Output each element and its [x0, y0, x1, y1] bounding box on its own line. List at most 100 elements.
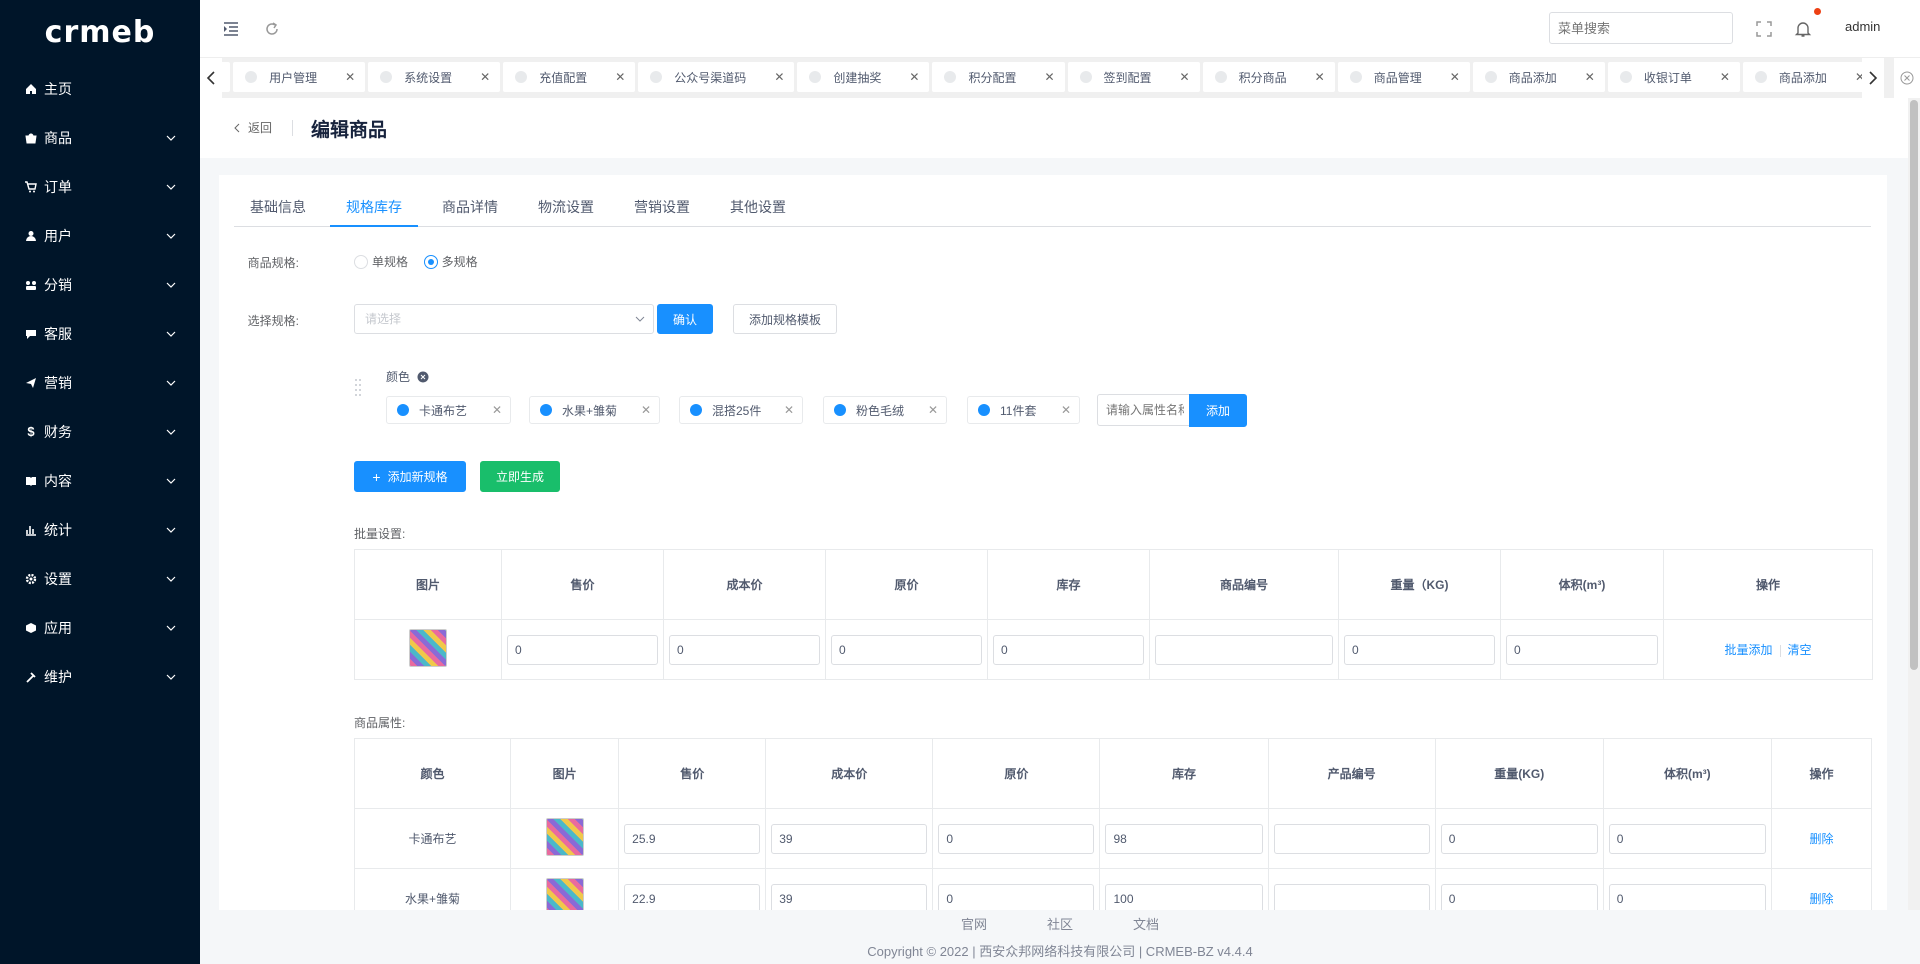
sidebar-item-11[interactable]: 应用 — [0, 603, 200, 652]
attr-add-button[interactable]: 添加 — [1189, 394, 1247, 427]
weight-input[interactable]: 0 — [1440, 823, 1598, 854]
tag-tab[interactable]: 积分配置 ✕ — [932, 62, 1065, 92]
volume-input[interactable]: 0 — [1608, 883, 1766, 910]
sidebar-item-2[interactable]: 订单 — [0, 162, 200, 211]
tab-4[interactable]: 营销设置 — [618, 187, 706, 227]
close-icon[interactable]: ✕ — [641, 403, 651, 417]
close-icon[interactable]: ✕ — [774, 70, 784, 84]
original-price-input[interactable]: 0 — [938, 823, 1095, 854]
close-icon[interactable]: ✕ — [492, 403, 502, 417]
tag-tab[interactable]: 商品添加 ✕ — [1472, 62, 1605, 92]
attr-value-tag[interactable]: 水果+雏菊 ✕ — [529, 396, 660, 424]
batch-original-price-input[interactable]: 0 — [831, 634, 982, 665]
delete-link[interactable]: 删除 — [1809, 832, 1833, 846]
product-thumbnail[interactable] — [545, 818, 584, 856]
close-icon[interactable]: ✕ — [909, 70, 919, 84]
sidebar-item-1[interactable]: 商品 — [0, 113, 200, 162]
close-icon[interactable]: ✕ — [1180, 70, 1190, 84]
close-icon[interactable]: ✕ — [1855, 70, 1862, 84]
close-icon[interactable]: ✕ — [345, 70, 355, 84]
sidebar-item-0[interactable]: 主页 — [0, 64, 200, 113]
sidebar-item-12[interactable]: 维护 — [0, 652, 200, 701]
user-name[interactable]: admin — [1845, 19, 1880, 34]
tag-tab[interactable]: 用户管理 ✕ — [233, 62, 366, 92]
close-icon[interactable]: ✕ — [1720, 70, 1730, 84]
tag-tab[interactable]: 创建抽奖 ✕ — [797, 62, 930, 92]
cost-input[interactable]: 39 — [771, 883, 928, 910]
fullscreen-icon[interactable] — [1755, 20, 1773, 38]
batch-code-input[interactable] — [1155, 634, 1333, 665]
close-all-tags-icon[interactable] — [1894, 58, 1920, 98]
menu-search-input[interactable] — [1549, 12, 1733, 44]
tag-tab[interactable]: 收银订单 ✕ — [1607, 62, 1740, 92]
confirm-button[interactable]: 确认 — [657, 304, 713, 334]
sidebar-item-10[interactable]: 设置 — [0, 554, 200, 603]
attr-value-tag[interactable]: 卡通布艺 ✕ — [386, 396, 511, 424]
close-icon[interactable]: ✕ — [1585, 70, 1595, 84]
batch-stock-input[interactable]: 0 — [993, 634, 1144, 665]
batch-clear-link[interactable]: 清空 — [1788, 643, 1812, 657]
product-code-input[interactable] — [1273, 823, 1430, 854]
sidebar-item-4[interactable]: 分销 — [0, 260, 200, 309]
spec-single-radio[interactable]: 单规格 — [354, 253, 408, 270]
footer-link[interactable]: 社区 — [1047, 917, 1073, 932]
tag-tab[interactable]: 积分商品 ✕ — [1202, 62, 1335, 92]
sidebar-item-3[interactable]: 用户 — [0, 211, 200, 260]
delete-link[interactable]: 删除 — [1809, 892, 1833, 906]
tab-2[interactable]: 商品详情 — [426, 187, 514, 227]
chevron-right-icon[interactable] — [1862, 58, 1884, 98]
crmeb-logo[interactable]: crmeb — [0, 0, 200, 64]
tab-5[interactable]: 其他设置 — [714, 187, 802, 227]
bell-icon[interactable] — [1794, 20, 1812, 38]
close-icon[interactable]: ✕ — [1315, 70, 1325, 84]
product-code-input[interactable] — [1273, 883, 1430, 910]
sidebar-item-5[interactable]: 客服 — [0, 309, 200, 358]
tag-tab[interactable]: 商品管理 ✕ — [1337, 62, 1470, 92]
batch-volume-input[interactable]: 0 — [1506, 634, 1658, 665]
refresh-icon[interactable] — [263, 20, 281, 38]
original-price-input[interactable]: 0 — [938, 883, 1095, 910]
add-new-spec-button[interactable]: + 添加新规格 — [354, 461, 466, 492]
tab-1[interactable]: 规格库存 — [330, 187, 418, 227]
tag-tab[interactable]: 签到配置 ✕ — [1067, 62, 1200, 92]
tag-tab[interactable]: 系统设置 ✕ — [368, 62, 501, 92]
generate-button[interactable]: 立即生成 — [480, 461, 560, 492]
remove-attr-icon[interactable] — [417, 371, 429, 383]
price-input[interactable]: 22.9 — [624, 883, 761, 910]
tab-0[interactable]: 基础信息 — [234, 187, 322, 227]
attr-value-input[interactable] — [1097, 394, 1193, 426]
spec-select[interactable]: 请选择 — [354, 304, 654, 334]
close-icon[interactable]: ✕ — [784, 403, 794, 417]
batch-add-link[interactable]: 批量添加 — [1724, 643, 1772, 657]
close-icon[interactable]: ✕ — [1450, 70, 1460, 84]
close-icon[interactable]: ✕ — [1061, 403, 1071, 417]
page-scrollbar[interactable] — [1908, 98, 1920, 910]
batch-weight-input[interactable]: 0 — [1344, 634, 1495, 665]
stock-input[interactable]: 98 — [1105, 823, 1263, 854]
attr-value-tag[interactable]: 粉色毛绒 ✕ — [823, 396, 947, 424]
price-input[interactable]: 25.9 — [624, 823, 761, 854]
close-icon[interactable]: ✕ — [615, 70, 625, 84]
tab-3[interactable]: 物流设置 — [522, 187, 610, 227]
footer-link[interactable]: 文档 — [1133, 917, 1159, 932]
footer-link[interactable]: 官网 — [961, 917, 987, 932]
cost-input[interactable]: 39 — [771, 823, 928, 854]
spec-multi-radio[interactable]: 多规格 — [423, 253, 478, 270]
tag-tab[interactable]: 商品添加 ✕ — [1742, 62, 1862, 92]
batch-cost-input[interactable]: 0 — [669, 634, 820, 665]
close-icon[interactable]: ✕ — [928, 403, 938, 417]
close-icon[interactable]: ✕ — [1044, 70, 1054, 84]
volume-input[interactable]: 0 — [1608, 823, 1766, 854]
sidebar-item-9[interactable]: 统计 — [0, 505, 200, 554]
tag-tab[interactable]: 充值配置 ✕ — [503, 62, 636, 92]
batch-price-input[interactable]: 0 — [507, 634, 658, 665]
back-button[interactable]: 返回 — [234, 119, 272, 136]
close-icon[interactable]: ✕ — [480, 70, 490, 84]
menu-collapse-icon[interactable] — [222, 20, 240, 38]
product-thumbnail[interactable] — [545, 878, 584, 910]
stock-input[interactable]: 100 — [1105, 883, 1263, 910]
tag-tab[interactable]: 公众号渠道码 ✕ — [638, 62, 795, 92]
tag-tab[interactable]: ✕ — [222, 62, 231, 92]
product-thumbnail[interactable] — [409, 629, 447, 667]
attr-value-tag[interactable]: 11件套 ✕ — [967, 396, 1080, 424]
